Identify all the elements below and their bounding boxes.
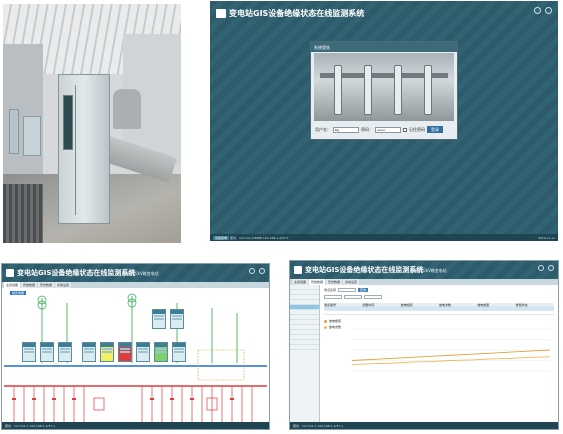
power-icon[interactable] [545,7,552,14]
window-controls [534,7,552,14]
app-title-text: 变电站GIS设备绝缘状态在线监测系统 [229,9,365,18]
app-header: 变电站GIS设备绝缘状态在线监测系统 国网110kV输变电站 [2,264,269,282]
tab-settings[interactable]: 系统设置 [343,279,360,285]
low-feeders [13,386,253,423]
start-menu-button[interactable]: 系统菜单 [213,236,230,240]
server-status-text: 服务：127.0.0.1 192.168.1.4/37.1 [5,424,56,428]
app-title: 变电站GIS设备绝缘状态在线监测系统 [6,268,135,278]
app-title-text: 变电站GIS设备绝缘状态在线监测系统 [17,269,136,277]
status-bar: 服务：127.0.0.1 192.168.1.4/37.1 [290,422,558,429]
column-header: 放电次数 [438,303,451,307]
app-title: 变电站GIS设备绝缘状态在线监测系统 [216,8,364,19]
start-date-input[interactable] [324,295,342,299]
monitor-box[interactable] [58,342,72,362]
monitor-box[interactable] [172,342,186,362]
cabinet-display-panel [63,95,73,150]
column-header: 放电类型 [477,303,490,307]
end-date-input[interactable] [344,295,362,299]
monitor-box-warning[interactable] [100,342,114,362]
switch-marks [12,398,234,400]
username-input[interactable] [333,126,359,133]
settings-icon[interactable] [249,268,255,274]
column-header: 放电幅值 [400,303,413,307]
app-logo-icon [294,266,302,274]
monitor-box-ok[interactable] [154,342,168,362]
monitor-box[interactable] [82,342,96,362]
station-name: 国网110kV输变电站 [410,268,447,273]
banner-insulator [334,65,342,115]
trend-screen: 变电站GIS设备绝缘状态在线监测系统 国网110kV输变电站 主接线图 局放数据… [289,260,559,430]
status-date: 2019-xx-xx [538,236,555,240]
column-header: 测量时间 [362,303,375,307]
app-title: 变电站GIS设备绝缘状态在线监测系统 [294,265,423,275]
window-controls [538,265,554,271]
password-label: 密码： [361,126,373,132]
banner-insulator [424,65,432,115]
column-header: 告警状态 [515,303,528,307]
series-line [351,356,551,366]
cabinet-seam [75,85,76,215]
station-name: 国网110kV输变电站 [122,271,159,276]
column-header: 测点编号 [324,303,337,307]
sensor-select[interactable] [338,288,357,292]
remember-checkbox[interactable] [403,127,407,132]
monitor-box[interactable] [170,309,184,329]
banner-insulator [394,65,402,115]
app-header: 变电站GIS设备绝缘状态在线监测系统 国网110kV输变电站 [290,261,558,279]
power-icon[interactable] [259,268,265,274]
monitor-box-alarm[interactable] [118,342,132,362]
login-dialog-title: 系统登陆 [311,42,457,52]
data-table: 测点编号 测量时间 放电幅值 放电次数 放电类型 告警状态 [324,303,554,315]
filter-label: 测点名称 [324,288,337,292]
window-controls [249,268,265,274]
channel-select[interactable] [364,295,382,299]
monitoring-cabinet [58,74,110,224]
power-icon[interactable] [548,265,554,271]
legend-swatch-icon [324,319,327,323]
app-logo-icon [216,9,226,18]
transformer-symbols [37,293,137,310]
cabinet-small-2 [23,116,41,156]
login-button[interactable]: 登录 [427,126,443,133]
field-photo [3,4,181,243]
query-button[interactable]: 查询 [358,288,369,292]
login-screen: 变电站GIS设备绝缘状态在线监测系统 系统登陆 用户名： 密码： 记住密码 登录… [210,1,558,241]
trend-chart: 放电幅值 放电次数 [324,319,554,429]
monitor-box[interactable] [136,342,150,362]
filter-row: 测点名称 查询 [324,288,369,292]
cable-trench [3,184,43,243]
cabinet-small-1 [9,109,19,154]
tab-bar: 主接线图 局放数据 历史数据 系统设置 [290,279,558,285]
tab-history[interactable]: 历史数据 [326,279,343,285]
sensor-list [290,285,320,429]
banner-insulator [364,65,372,115]
settings-icon[interactable] [534,7,541,14]
login-banner-image [314,53,454,121]
series-line [351,349,551,361]
remember-label: 记住密码 [409,126,425,132]
app-title-text: 变电站GIS设备绝缘状态在线监测系统 [305,266,424,274]
date-filter-row [324,295,382,299]
login-dialog: 系统登陆 用户名： 密码： 记住密码 登录 [310,41,458,140]
legend-item[interactable]: 放电幅值 [324,319,341,323]
legend-label: 放电幅值 [329,319,342,323]
status-bar: 系统菜单 服务：127.0.0.1:8888 192.168.1.4/37.1 … [210,234,558,241]
table-row[interactable] [324,311,554,315]
server-status-text: 服务：127.0.0.1 192.168.1.4/37.1 [293,424,344,428]
sensor-list-item[interactable] [290,345,319,350]
app-logo-icon [6,269,14,277]
monitor-box[interactable] [40,342,54,362]
diagram-screen: 变电站GIS设备绝缘状态在线监测系统 国网110kV输变电站 主接线图 局放数据… [1,263,270,430]
settings-icon[interactable] [538,265,544,271]
gis-equipment [113,89,141,129]
monitor-box[interactable] [22,342,36,362]
monitor-box[interactable] [152,309,166,329]
server-status-text: 服务：127.0.0.1:8888 192.168.1.4/37.1 [229,236,289,240]
username-label: 用户名： [315,126,331,132]
chart-plot-area [351,328,551,372]
status-bar: 服务：127.0.0.1 192.168.1.4/37.1 [2,422,269,429]
login-form: 用户名： 密码： 记住密码 登录 [315,126,455,133]
password-input[interactable] [375,126,401,133]
